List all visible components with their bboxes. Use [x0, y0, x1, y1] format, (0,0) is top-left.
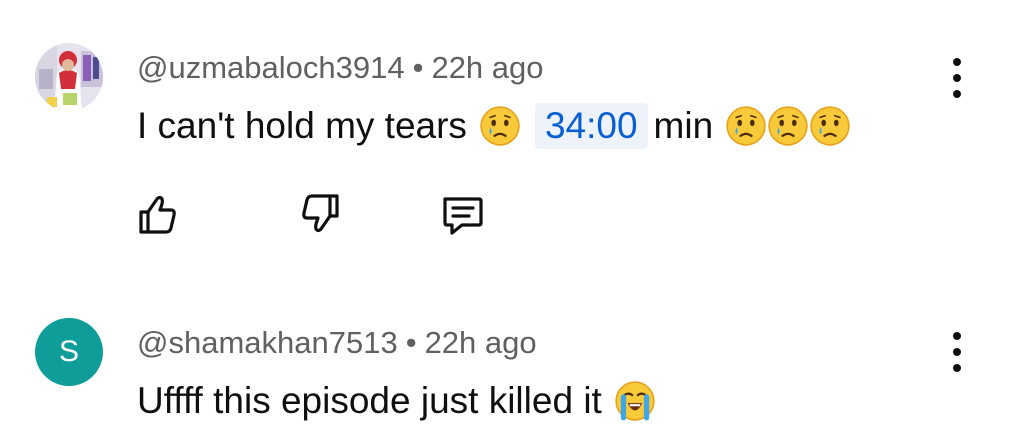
thumbs-down-icon [302, 194, 339, 233]
more-dot-icon [953, 332, 961, 340]
crying-face-icon [768, 106, 808, 146]
more-dot-icon [953, 90, 961, 98]
timestamp-link[interactable]: 34:00 [534, 103, 648, 149]
comment-text: Uffff this episode just killed it [137, 376, 656, 426]
thumbs-up-icon [139, 195, 176, 234]
more-dot-icon [953, 74, 961, 82]
comment-meta: @shamakhan7513 • 22h ago [137, 325, 537, 361]
comment-meta: @uzmabaloch3914 • 22h ago [137, 50, 544, 86]
profile-photo-icon [35, 43, 103, 111]
comment-1: @uzmabaloch3914 • 22h ago I can't hold my … [0, 0, 1024, 260]
more-options-button[interactable] [945, 328, 969, 376]
author-handle[interactable]: @uzmabaloch3914 [137, 50, 405, 85]
meta-separator: • [405, 325, 417, 360]
avatar[interactable] [35, 43, 103, 111]
comment-text-part-1: Uffff this episode just killed it [137, 380, 602, 421]
crying-face-icon [810, 106, 850, 146]
meta-separator: • [412, 50, 424, 85]
comment-2: S @shamakhan7513 • 22h ago Uffff this epis… [0, 290, 1024, 448]
more-options-button[interactable] [945, 54, 969, 102]
reply-button[interactable] [438, 190, 486, 238]
comment-text-part-2: min [653, 105, 714, 146]
more-dot-icon [953, 364, 961, 372]
crying-face-icon [726, 106, 766, 146]
crying-face-icon [480, 106, 520, 146]
comment-text: I can't hold my tears 34:00 min [137, 101, 851, 151]
like-button[interactable] [133, 190, 181, 238]
dislike-button[interactable] [297, 190, 345, 238]
loudly-crying-face-icon [615, 381, 655, 421]
more-dot-icon [953, 58, 961, 66]
comment-time: 22h ago [431, 50, 544, 85]
reply-comment-icon [443, 197, 483, 235]
comment-time: 22h ago [424, 325, 537, 360]
comment-text-part-1: I can't hold my tears [137, 105, 467, 146]
comment-actions [0, 190, 600, 246]
avatar-letter: S [58, 335, 79, 368]
more-dot-icon [953, 348, 961, 356]
avatar[interactable]: S [35, 318, 103, 386]
author-handle[interactable]: @shamakhan7513 [137, 325, 398, 360]
